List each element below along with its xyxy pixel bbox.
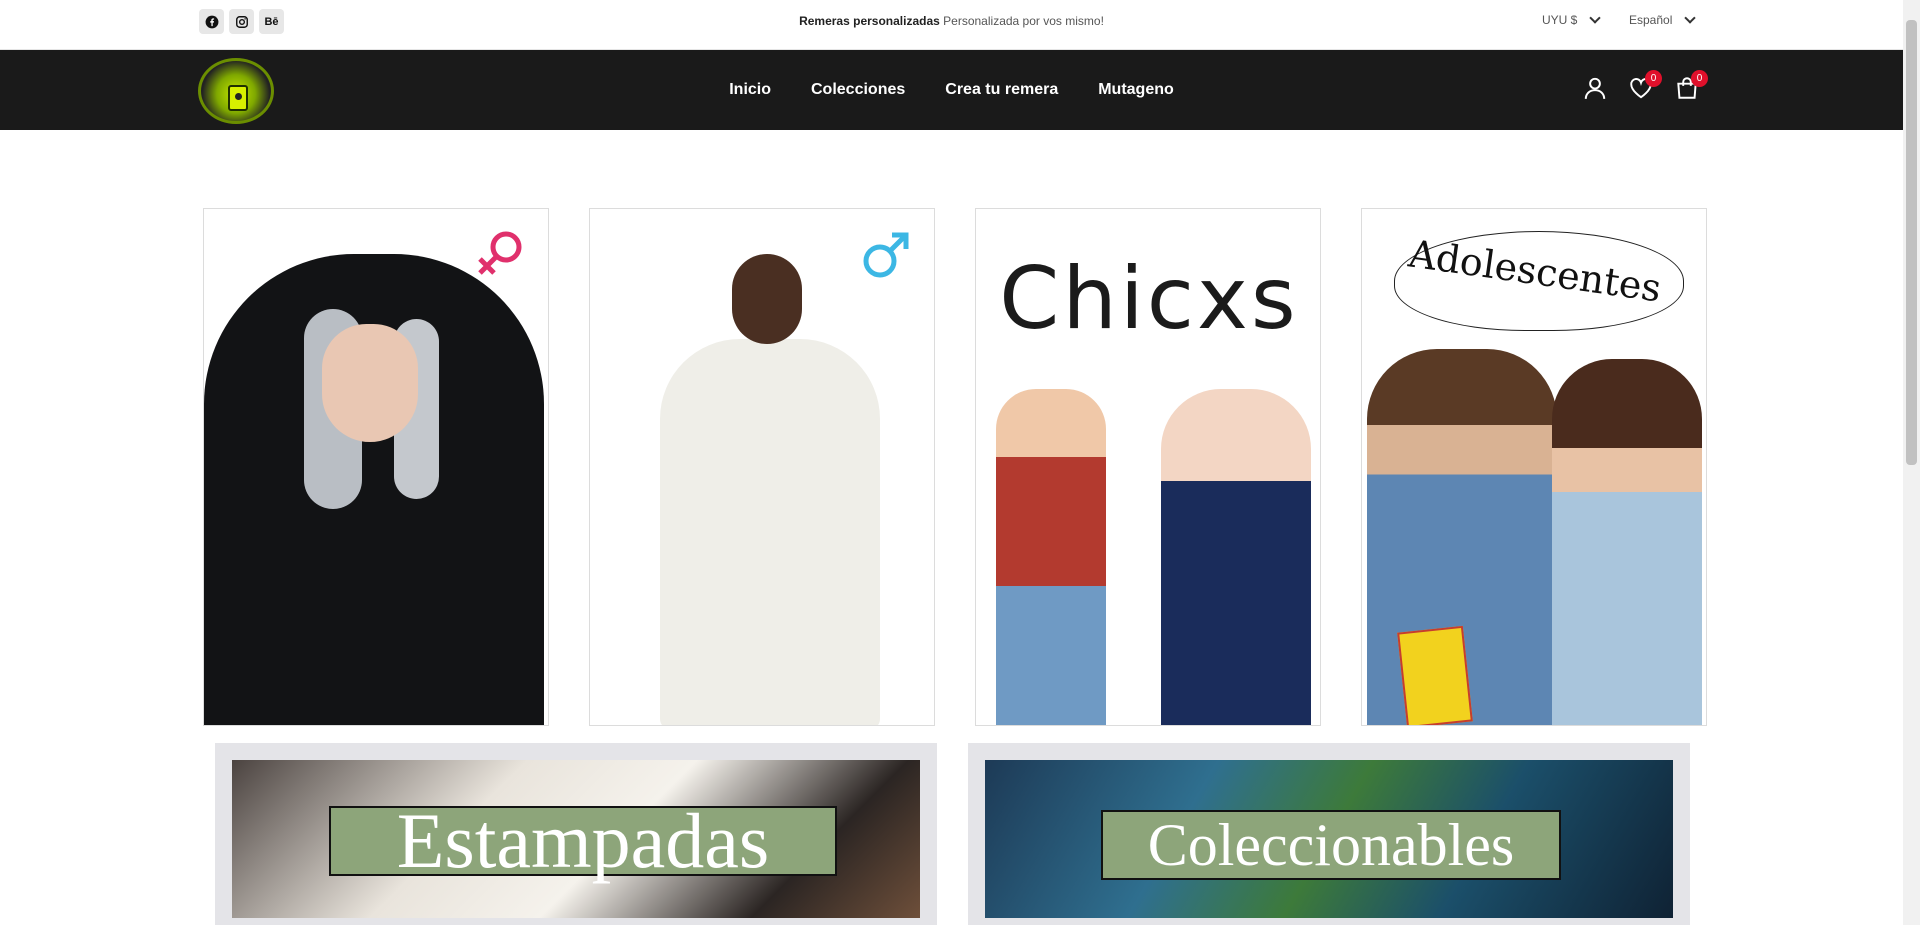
estampadas-banner-image: Estampadas	[232, 760, 920, 918]
chicxs-title: Chicxs	[999, 249, 1299, 349]
promo-text: Personalizada por vos mismo!	[939, 14, 1104, 28]
category-mujer[interactable]	[203, 208, 549, 726]
male-symbol-icon	[863, 232, 909, 278]
coleccionables-label: Coleccionables	[1101, 810, 1561, 880]
girl-photo	[1161, 389, 1311, 725]
estampadas-label: Estampadas	[329, 797, 837, 884]
category-chicxs[interactable]: Chicxs	[975, 208, 1321, 726]
category-tiles: Chicxs Adolescentes	[203, 208, 1707, 726]
coleccionables-banner-image: Coleccionables	[985, 760, 1673, 918]
category-hombre[interactable]	[589, 208, 935, 726]
collection-coleccionables[interactable]: Coleccionables	[968, 743, 1690, 925]
site-logo[interactable]	[198, 58, 274, 124]
category-adolescentes[interactable]: Adolescentes	[1361, 208, 1707, 726]
chevron-down-icon	[1589, 12, 1602, 24]
wishlist-button[interactable]: 0	[1628, 70, 1662, 104]
promo-bold: Remeras personalizadas	[799, 14, 940, 28]
currency-selector[interactable]: UYU $	[1542, 12, 1602, 27]
man-photo	[660, 339, 880, 725]
account-button[interactable]	[1582, 72, 1608, 104]
currency-value: UYU $	[1542, 13, 1578, 27]
header-icons: 0 0	[1582, 70, 1708, 104]
woman-face	[322, 324, 418, 442]
female-symbol-icon	[478, 231, 522, 275]
wishlist-count-badge: 0	[1645, 70, 1662, 87]
toxic-barrel-icon	[228, 85, 248, 111]
nav-crea-tu-remera[interactable]: Crea tu remera	[945, 81, 1058, 99]
user-icon	[1584, 77, 1606, 99]
page-scrollbar[interactable]	[1903, 0, 1920, 925]
promo-message: Remeras personalizadas Personalizada por…	[0, 14, 1903, 28]
teen-girl-photo	[1552, 359, 1702, 725]
cart-button[interactable]: 0	[1674, 70, 1708, 104]
nav-colecciones[interactable]: Colecciones	[811, 81, 905, 99]
nav-mutageno[interactable]: Mutageno	[1098, 81, 1174, 99]
top-bar: Bē Remeras personalizadas Personalizada …	[0, 0, 1903, 50]
boy-photo	[996, 389, 1106, 725]
collection-estampadas[interactable]: Estampadas	[215, 743, 937, 925]
scrollbar-thumb[interactable]	[1906, 20, 1917, 465]
nav-inicio[interactable]: Inicio	[729, 81, 771, 99]
language-selector[interactable]: Español	[1629, 12, 1697, 27]
man-head	[732, 254, 802, 344]
language-value: Español	[1629, 13, 1673, 27]
notebook-image	[1397, 625, 1473, 725]
chevron-down-icon	[1684, 12, 1697, 24]
cart-count-badge: 0	[1691, 70, 1708, 87]
main-header: Inicio Colecciones Crea tu remera Mutage…	[0, 50, 1903, 130]
